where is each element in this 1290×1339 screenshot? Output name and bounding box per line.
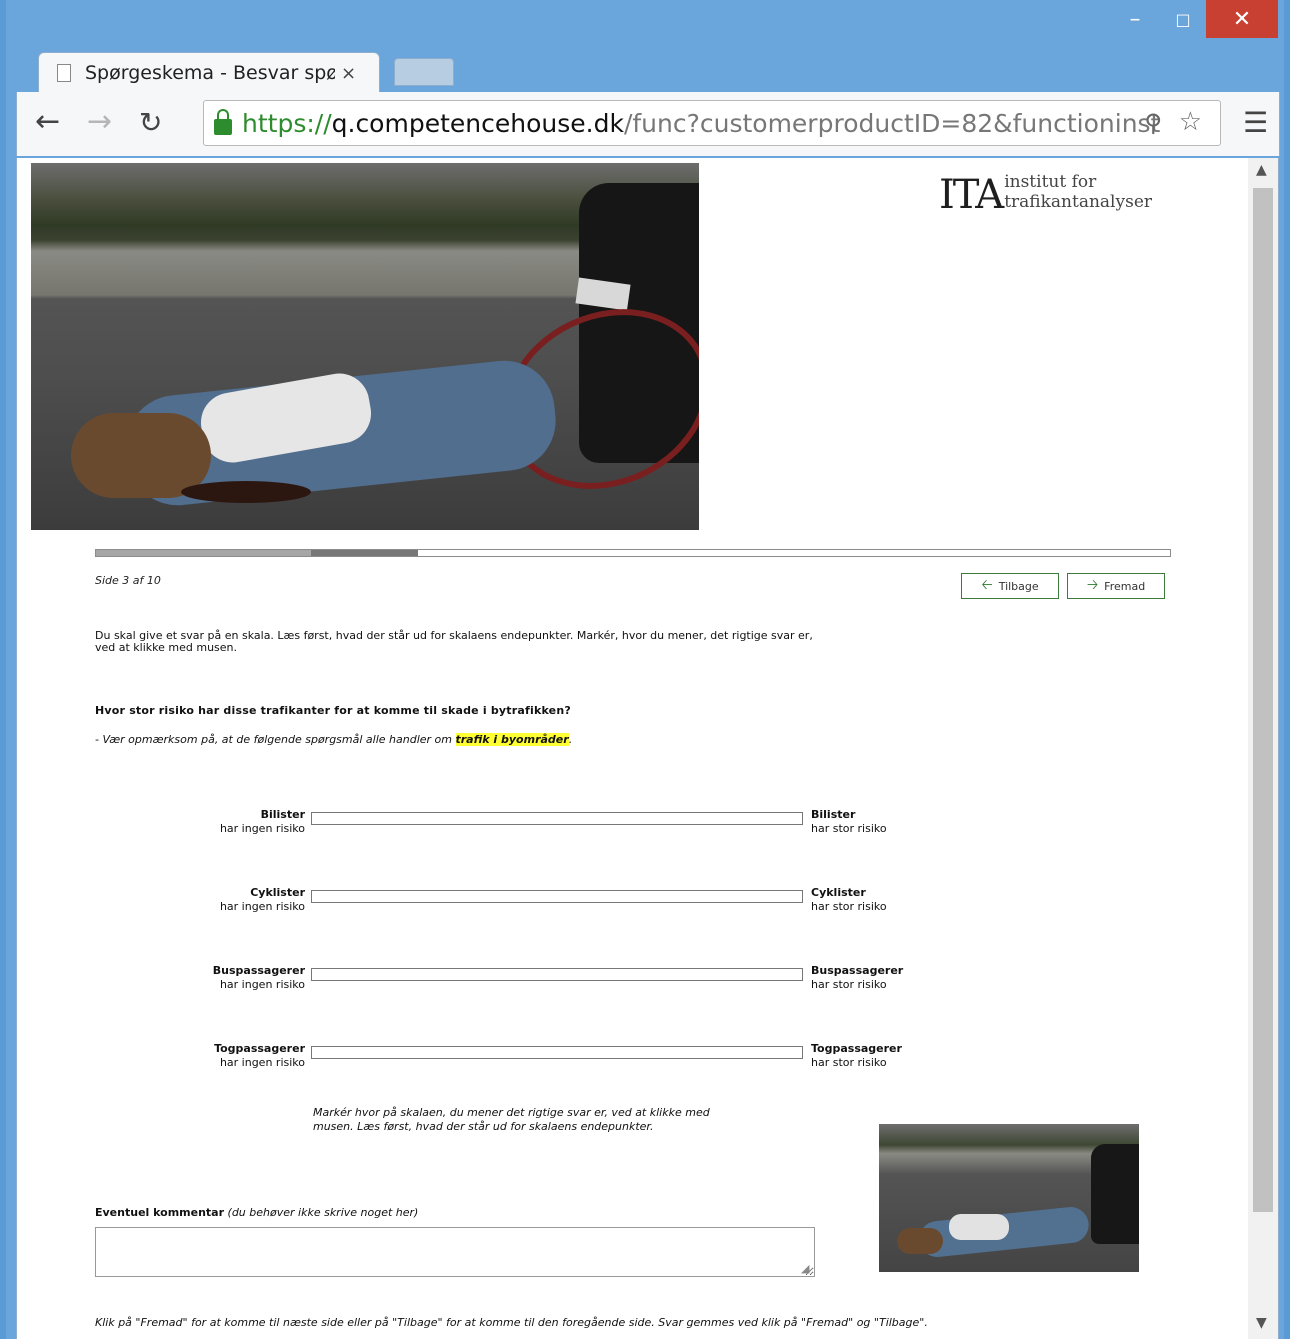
close-window-button[interactable]: ✕	[1206, 0, 1278, 38]
intro-text: Du skal give et svar på en skala. Læs fø…	[95, 629, 813, 654]
scale-left-label: Bilister har ingen risiko	[220, 808, 305, 836]
browser-tab[interactable]: Spørgeskema - Besvar spø ×	[38, 52, 380, 93]
note-prefix: - Vær opmærksom på, at de følgende spørg…	[95, 733, 456, 746]
tab-strip: Spørgeskema - Besvar spø ×	[16, 44, 1284, 93]
back-arrow-icon[interactable]: ←	[35, 104, 60, 139]
comment-hint: (du behøver ikke skrive noget her)	[227, 1206, 419, 1219]
page-content: ITA institut for trafikantanalyser Side …	[16, 158, 1249, 1339]
rating-scale-cyklister[interactable]	[311, 890, 803, 903]
menu-icon[interactable]: ☰	[1243, 106, 1268, 139]
car-shape	[1091, 1144, 1139, 1244]
scale-left-anchor: har ingen risiko	[219, 900, 305, 913]
scale-group-right: Cyklister	[811, 886, 866, 899]
scale-row: Bilister har ingen risiko Bilister har sto…	[95, 808, 995, 842]
scale-left-label: Cyklister har ingen risiko	[220, 886, 305, 914]
hair-shape	[897, 1228, 943, 1254]
rating-scale-togpassagerer[interactable]	[311, 1046, 803, 1059]
forward-button[interactable]: 🡢 Fremad	[1067, 573, 1165, 599]
lock-icon	[214, 109, 232, 135]
scale-group-right: Bilister	[811, 808, 856, 821]
scale-group-left: Bilister	[260, 808, 305, 821]
scale-group-left: Togpassagerer	[214, 1042, 305, 1055]
puddle-shape	[181, 481, 311, 503]
scale-instruction: Markér hvor på skalaen, du mener det rig…	[313, 1106, 710, 1133]
url-text[interactable]: https://q.competencehouse.dk/func?custom…	[242, 109, 1160, 138]
logo-text: institut for trafikantanalyser	[1004, 172, 1153, 212]
browser-toolbar: ← → ↻ https://q.competencehouse.dk/func?…	[16, 92, 1280, 156]
question-heading: Hvor stor risiko har disse trafikanter f…	[95, 704, 571, 717]
note-highlight: trafik i byområder	[455, 733, 569, 746]
scale-left-anchor: har ingen risiko	[219, 822, 305, 835]
scale-group-left: Cyklister	[250, 886, 305, 899]
back-button[interactable]: 🡠 Tilbage	[961, 573, 1059, 599]
footer-instruction: Klik på "Fremad" for at komme til næste …	[95, 1316, 928, 1329]
rating-scale-buspassagerer[interactable]	[311, 968, 803, 981]
progress-fill	[96, 550, 311, 556]
note-text: - Vær opmærksom på, at de følgende spørg…	[95, 733, 572, 746]
comment-title: Eventuel kommentar	[95, 1206, 225, 1219]
header-photo	[31, 163, 699, 530]
scroll-down-icon[interactable]: ▼	[1256, 1315, 1267, 1331]
tab-close-icon[interactable]: ×	[341, 63, 356, 84]
scroll-up-icon[interactable]: ▲	[1256, 162, 1267, 178]
forward-arrow-icon[interactable]: →	[87, 104, 112, 139]
scale-left-anchor: har ingen risiko	[219, 1056, 305, 1069]
comment-label: Eventuel kommentar (du behøver ikke skri…	[95, 1206, 418, 1219]
logo-mark: ITA	[939, 172, 1004, 218]
url-host: q.competencehouse.dk	[331, 108, 624, 138]
scale-right-anchor: har stor risiko	[811, 900, 887, 913]
scale-row: Cyklister har ingen risiko Cyklister har s…	[95, 886, 995, 920]
new-tab-button[interactable]	[394, 58, 454, 86]
scale-group-right: Buspassagerer	[811, 964, 904, 977]
thumbnail-photo	[879, 1124, 1139, 1272]
scale-right-anchor: har stor risiko	[811, 1056, 887, 1069]
vertical-scrollbar[interactable]: ▲ ▼	[1248, 158, 1279, 1339]
reload-icon[interactable]: ↻	[139, 106, 162, 139]
shirt-shape	[949, 1214, 1009, 1240]
rating-scale-bilister[interactable]	[311, 812, 803, 825]
progress-bar	[95, 549, 1171, 557]
resize-grip-icon[interactable]: ◢	[801, 1262, 809, 1275]
scale-row: Buspassagerer har ingen risiko Buspassage…	[95, 964, 995, 998]
progress-current-segment	[310, 550, 419, 556]
scale-group-right: Togpassagerer	[811, 1042, 902, 1055]
scale-row: Togpassagerer har ingen risiko Togpassage…	[95, 1042, 995, 1076]
scale-right-label: Buspassagerer har stor risiko	[811, 964, 903, 992]
arrow-right-icon: 🡢	[1086, 577, 1099, 593]
scale-right-anchor: har stor risiko	[811, 978, 887, 991]
scale-left-anchor: har ingen risiko	[219, 978, 305, 991]
scrollbar-thumb[interactable]	[1253, 188, 1273, 1212]
scale-right-label: Cyklister har stor risiko	[811, 886, 887, 914]
search-icon[interactable]: ⚲	[1144, 109, 1162, 137]
address-bar[interactable]: https://q.competencehouse.dk/func?custom…	[203, 100, 1221, 146]
url-path: /func?customerproductID=82&functioninst	[623, 108, 1161, 138]
scale-group-left: Buspassagerer	[212, 964, 305, 977]
ita-logo: ITA institut for trafikantanalyser	[939, 172, 1249, 218]
scale-left-label: Togpassagerer har ingen risiko	[214, 1042, 305, 1070]
tab-title: Spørgeskema - Besvar spø	[85, 62, 335, 84]
scale-right-anchor: har stor risiko	[811, 822, 887, 835]
scale-right-label: Bilister har stor risiko	[811, 808, 887, 836]
note-suffix: .	[568, 733, 573, 746]
back-button-label: Tilbage	[998, 579, 1039, 593]
document-icon	[57, 64, 71, 82]
minimize-button[interactable]: –	[1112, 0, 1158, 38]
scale-right-label: Togpassagerer har stor risiko	[811, 1042, 902, 1070]
comment-textarea[interactable]	[95, 1227, 815, 1277]
forward-button-label: Fremad	[1104, 579, 1146, 593]
maximize-button[interactable]: □	[1160, 0, 1206, 38]
bookmark-star-icon[interactable]: ☆	[1179, 107, 1202, 137]
url-scheme: https://	[242, 108, 332, 138]
page-indicator: Side 3 af 10	[95, 574, 161, 587]
scale-left-label: Buspassagerer har ingen risiko	[213, 964, 305, 992]
arrow-left-icon: 🡠	[981, 577, 993, 593]
